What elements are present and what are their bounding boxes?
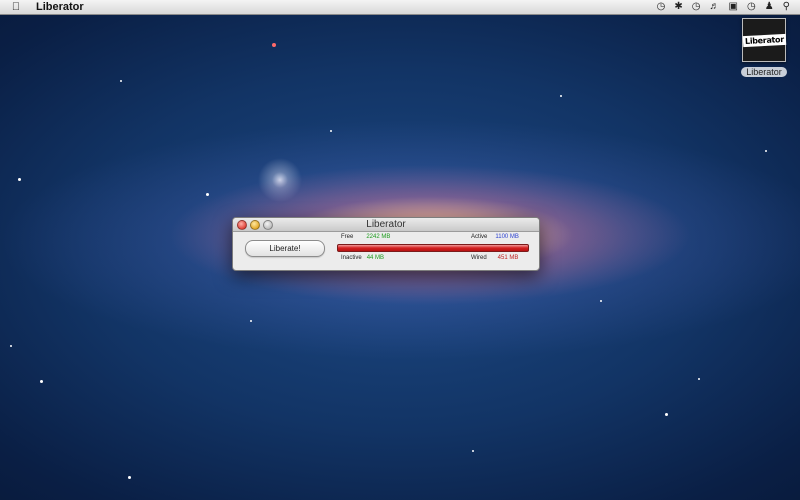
star (10, 345, 12, 347)
user-icon[interactable]: ♟ (765, 0, 774, 14)
inactive-label: Inactive (341, 255, 362, 261)
menu-bar:  Liberator ◷ ✱ ◷ ♬ ▣ ◷ ♟ ⚲ (0, 0, 800, 15)
liberator-window: Liberator Liberate! Free 2242 MB Active 11… (232, 217, 540, 271)
star (40, 380, 43, 383)
memory-usage-bar (337, 244, 529, 252)
star (698, 378, 700, 380)
active-value: 1100 MB (495, 234, 519, 240)
wired-value: 451 MB (497, 255, 519, 261)
wired-label: Wired (471, 255, 487, 261)
bluetooth-icon[interactable]: ✱ (674, 0, 682, 14)
apple-icon[interactable]:  (6, 1, 26, 13)
close-icon[interactable] (237, 220, 247, 230)
window-title: Liberator (366, 219, 406, 230)
app-icon-image: Liberator (742, 18, 786, 62)
wifi-icon[interactable]: ◷ (692, 0, 701, 14)
wired-stat: Wired 451 MB (471, 255, 518, 261)
time-machine-icon[interactable]: ◷ (657, 0, 666, 14)
star (272, 43, 276, 47)
liberate-button[interactable]: Liberate! (245, 240, 325, 257)
active-label: Active (471, 234, 488, 240)
spotlight-icon[interactable]: ⚲ (783, 0, 790, 14)
star (600, 300, 602, 302)
star (472, 450, 474, 452)
minimize-icon[interactable] (250, 220, 260, 230)
status-area: ◷ ✱ ◷ ♬ ▣ ◷ ♟ ⚲ (657, 0, 790, 14)
inactive-value: 44 MB (366, 255, 385, 261)
zoom-icon[interactable] (263, 220, 273, 230)
free-label: Free (341, 234, 354, 240)
app-menu-name[interactable]: Liberator (36, 1, 84, 13)
free-value: 2242 MB (366, 234, 391, 240)
star (250, 320, 252, 322)
star (206, 193, 209, 196)
window-titlebar[interactable]: Liberator (233, 218, 539, 232)
star (330, 130, 332, 132)
desktop-app-icon[interactable]: Liberator Liberator (739, 18, 789, 80)
star (120, 80, 122, 82)
free-stat: Free 2242 MB (341, 234, 390, 240)
star (560, 95, 562, 97)
star (18, 178, 21, 181)
clock-icon[interactable]: ◷ (747, 0, 756, 14)
star (665, 413, 668, 416)
star (128, 476, 131, 479)
inactive-stat: Inactive 44 MB (341, 255, 384, 261)
volume-icon[interactable]: ♬ (710, 0, 720, 14)
star (765, 150, 767, 152)
liberator-logo: Liberator (742, 33, 786, 47)
active-stat: Active 1100 MB (471, 234, 519, 240)
display-icon[interactable]: ▣ (729, 0, 738, 14)
window-controls (237, 220, 273, 230)
desktop-icon-label: Liberator (741, 67, 787, 77)
memory-bar-fill (338, 245, 528, 251)
